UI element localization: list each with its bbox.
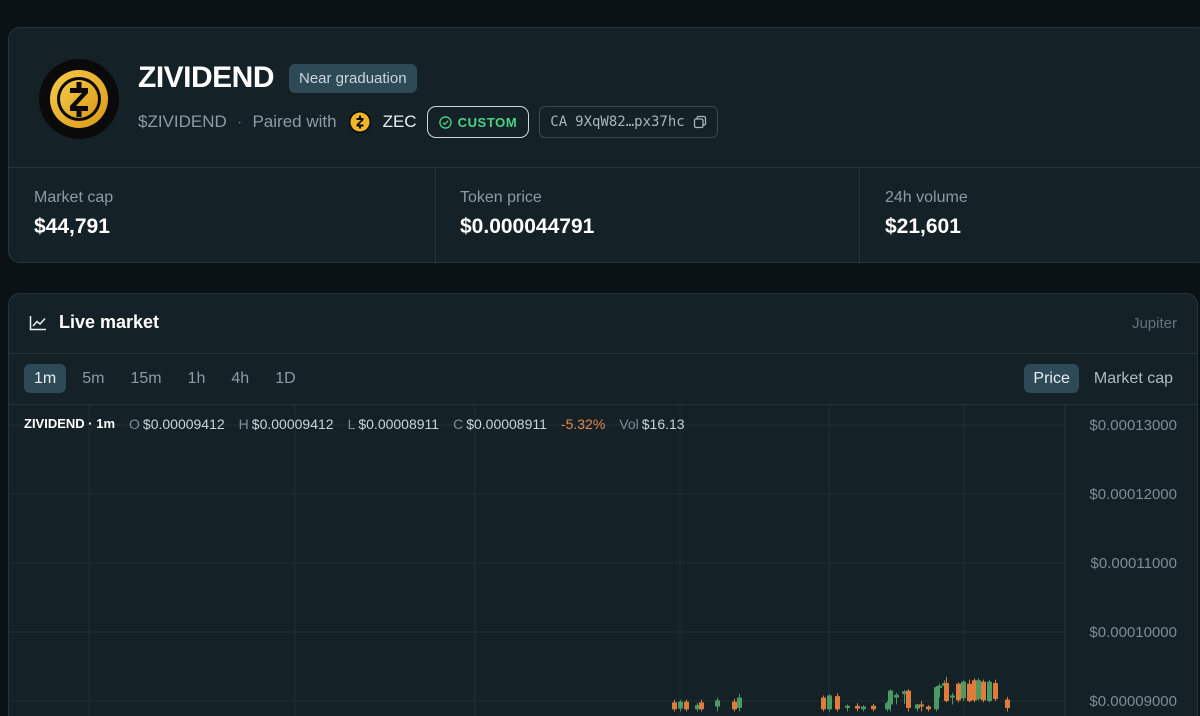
candle[interactable] [993,679,998,701]
ohlc-legend: ZIVIDEND · 1m O $0.00009412 H $0.00009412 … [24,416,685,432]
verified-check-icon [438,115,452,129]
token-name: ZIVIDEND [138,61,275,94]
candle[interactable] [835,693,840,712]
zec-coin-icon [348,111,371,133]
candle[interactable] [961,680,966,701]
candle[interactable] [871,703,876,712]
timeframe-4h[interactable]: 4h [221,364,259,393]
zcash-logo-icon [39,59,119,139]
y-tick-label: $0.00012000 [1089,486,1177,503]
ohlc-open: O $0.00009412 [129,416,225,432]
mode-market-cap[interactable]: Market cap [1085,364,1182,393]
stat-label: 24h volume [885,189,968,206]
candle[interactable] [926,705,931,712]
ohlc-volume-label: Vol [619,416,639,432]
candle[interactable] [919,701,924,712]
candle[interactable] [894,692,899,705]
ohlc-low-value: $0.00008911 [358,416,440,432]
ohlc-change: -5.32% [560,416,606,432]
candle[interactable] [715,697,720,712]
timeframe-15m[interactable]: 15m [120,364,171,393]
live-market-title: Live market [29,312,159,333]
status-badge: Near graduation [289,64,417,93]
timeframe-5m[interactable]: 5m [72,364,114,393]
candle[interactable] [861,705,866,712]
stats-separator [435,168,436,264]
stat-value: $21,601 [885,215,961,238]
stat-label: Market cap [34,189,114,206]
mode-price[interactable]: Price [1024,364,1079,393]
stat-value: $0.000044791 [460,215,595,238]
paired-with-label: Paired with [252,112,337,131]
timeframe-1h[interactable]: 1h [178,364,216,393]
candle[interactable] [950,692,955,705]
candle[interactable] [678,700,683,712]
timeframe-1d[interactable]: 1D [265,364,305,393]
ohlc-open-label: O [129,416,140,432]
token-header-card: ZIVIDEND Near graduation $ZIVIDEND · Pai… [8,27,1200,264]
candle[interactable] [1005,696,1010,712]
stat-label: Token price [460,189,542,206]
y-tick-label: $0.00009000 [1089,693,1177,710]
ohlc-close: C $0.00008911 [453,416,547,432]
token-meta-row: $ZIVIDEND · Paired with ZEC CUSTOM CA 9X… [138,106,718,138]
candle[interactable] [906,689,911,712]
chart-mode-toggle: Price Market cap [1024,364,1182,393]
candle[interactable] [956,682,961,703]
ohlc-volume-value: $16.13 [641,416,685,432]
y-tick-label: $0.00013000 [1089,417,1177,434]
stats-separator [859,168,860,264]
y-tick-label: $0.00010000 [1089,624,1177,641]
candle[interactable] [737,694,742,712]
y-tick-label: $0.00011000 [1091,555,1177,572]
data-source-label: Jupiter [1131,315,1177,332]
ohlc-high-value: $0.00009412 [251,416,334,432]
live-market-label: Live market [59,312,160,332]
candle[interactable] [976,678,981,701]
timeframe-1m[interactable]: 1m [24,364,67,393]
candle[interactable] [934,685,939,712]
ohlc-open-value: $0.00009412 [142,416,225,432]
contract-address-copy-button[interactable]: CA 9XqW82…px37hc [539,106,718,138]
ohlc-high: H $0.00009412 [239,416,334,432]
stat-24h-volume: 24h volume $21,601 [885,189,968,239]
pair-symbol: ZEC [382,112,417,131]
candle[interactable] [967,679,972,703]
candle[interactable] [987,680,992,703]
candle[interactable] [821,695,826,712]
copy-icon[interactable] [693,115,707,129]
custom-badge-label: CUSTOM [457,114,518,130]
candle[interactable] [827,694,832,712]
stat-market-cap: Market cap $44,791 [34,189,113,239]
ca-label: CA [550,114,568,130]
candle[interactable] [845,704,850,712]
ohlc-close-value: $0.00008911 [466,416,547,432]
ohlc-volume: Vol $16.13 [619,416,684,432]
ohlc-close-label: C [453,416,464,432]
candle[interactable] [981,679,986,703]
ca-value: 9XqW82…px37hc [575,114,685,130]
candle[interactable] [855,703,860,712]
ohlc-low-label: L [347,416,356,432]
ohlc-low: L $0.00008911 [348,416,440,432]
candlestick-chart[interactable]: $0.00013000 $0.00012000 $0.00011000 $0.0001… [9,405,1198,716]
line-chart-icon [29,315,46,330]
custom-badge[interactable]: CUSTOM [426,106,530,138]
ohlc-symbol: ZIVIDEND · 1m [24,416,116,431]
live-market-card: Live market Jupiter 1m 5m 15m 1h 4h 1D P… [8,293,1198,716]
separator-dot: · [236,112,243,131]
stat-token-price: Token price $0.000044791 [460,189,594,239]
stats-divider [9,167,1200,168]
token-ticker: $ZIVIDEND [138,112,227,131]
timeframe-selector: 1m 5m 15m 1h 4h 1D [24,364,306,393]
stat-value: $44,791 [34,215,110,238]
ohlc-high-label: H [238,416,249,432]
live-market-header: Live market Jupiter [9,294,1197,354]
